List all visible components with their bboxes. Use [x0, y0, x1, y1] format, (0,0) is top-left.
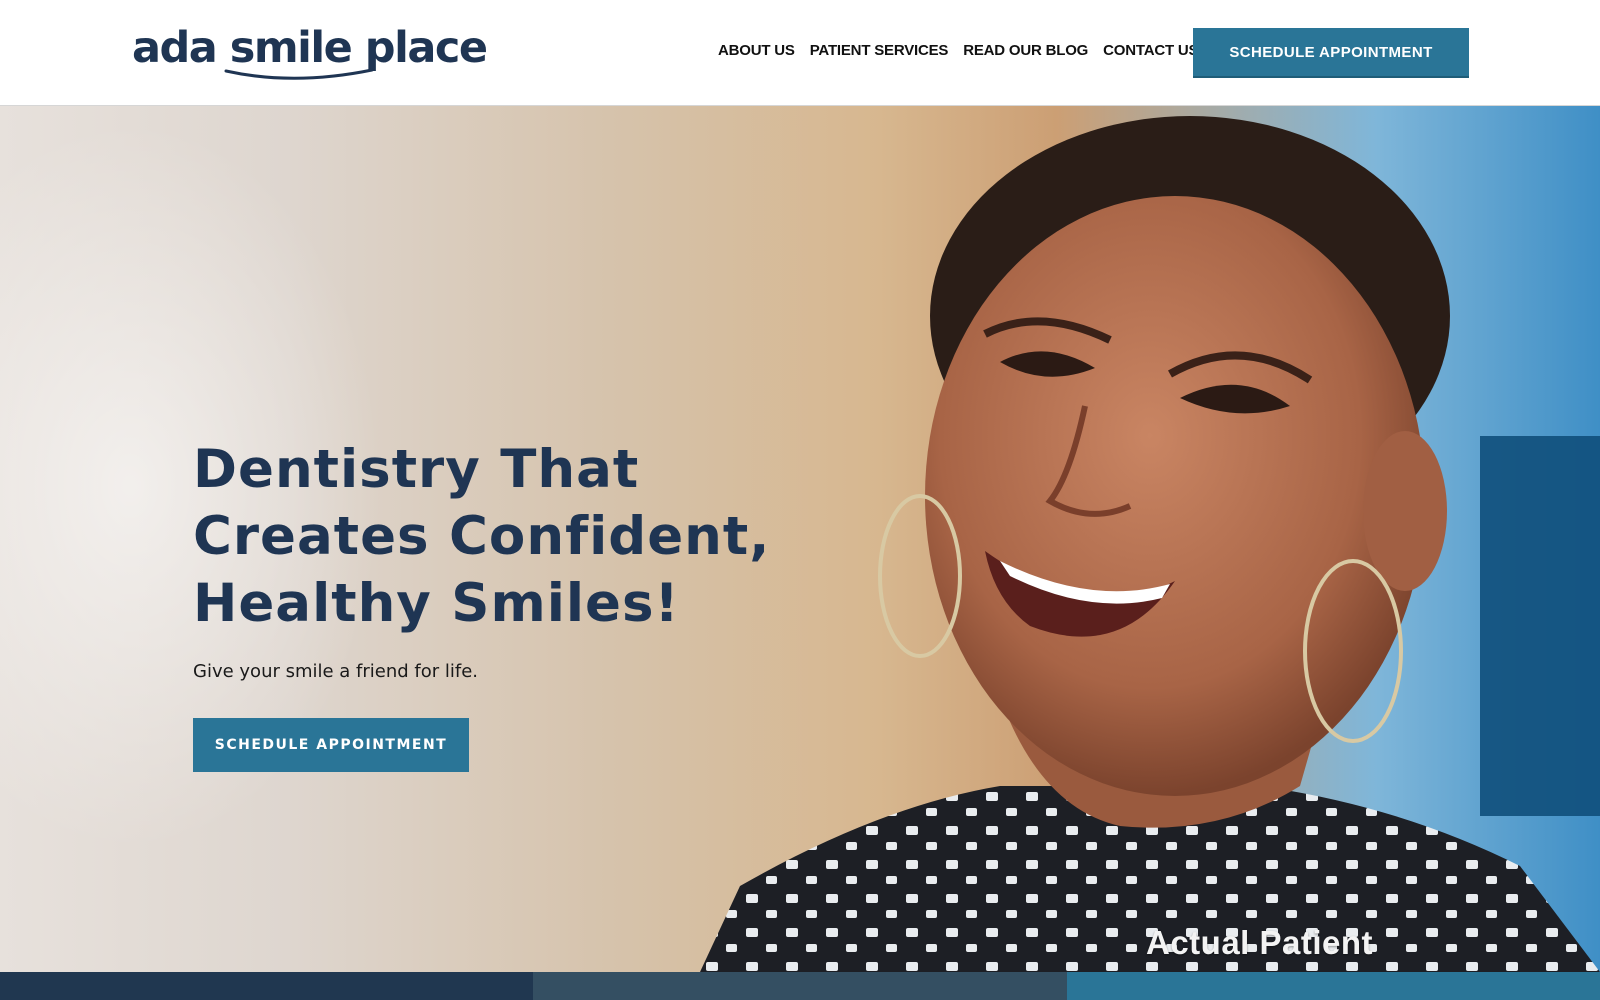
hero-title: Dentistry That Creates Confident, Health…: [193, 436, 813, 637]
site-header: ada smile place ABOUT US PATIENT SERVICE…: [0, 0, 1600, 106]
nav-read-our-blog[interactable]: READ OUR BLOG: [963, 42, 1088, 59]
hero-title-line-3: Healthy Smiles!: [193, 573, 680, 634]
hero-title-line-1: Dentistry That: [193, 439, 640, 500]
logo-swoosh-icon: [224, 68, 374, 80]
hero-subtitle: Give your smile a friend for life.: [193, 661, 479, 682]
hero-schedule-appointment-button[interactable]: SCHEDULE APPOINTMENT: [193, 718, 469, 772]
hero-portrait-image: [700, 116, 1600, 972]
nav-patient-services[interactable]: PATIENT SERVICES: [810, 42, 949, 59]
nav-contact-us[interactable]: CONTACT US: [1103, 42, 1198, 59]
bottom-bar-segment-1: [0, 972, 534, 1000]
nav-about-us[interactable]: ABOUT US: [718, 42, 795, 59]
main-nav: ABOUT US PATIENT SERVICES READ OUR BLOG …: [718, 42, 1213, 59]
actual-patient-label: Actual Patient: [1146, 924, 1374, 961]
brand-logo[interactable]: ada smile place: [132, 20, 488, 80]
bottom-bar-segment-3: [1066, 972, 1600, 1000]
hero-content: Dentistry That Creates Confident, Health…: [193, 436, 813, 772]
header-schedule-appointment-button[interactable]: SCHEDULE APPOINTMENT: [1193, 28, 1469, 78]
hero-title-line-2: Creates Confident,: [193, 506, 771, 567]
bottom-color-bar: [0, 972, 1600, 1000]
hero-section: Dentistry That Creates Confident, Health…: [0, 106, 1600, 972]
bottom-bar-segment-2: [533, 972, 1067, 1000]
